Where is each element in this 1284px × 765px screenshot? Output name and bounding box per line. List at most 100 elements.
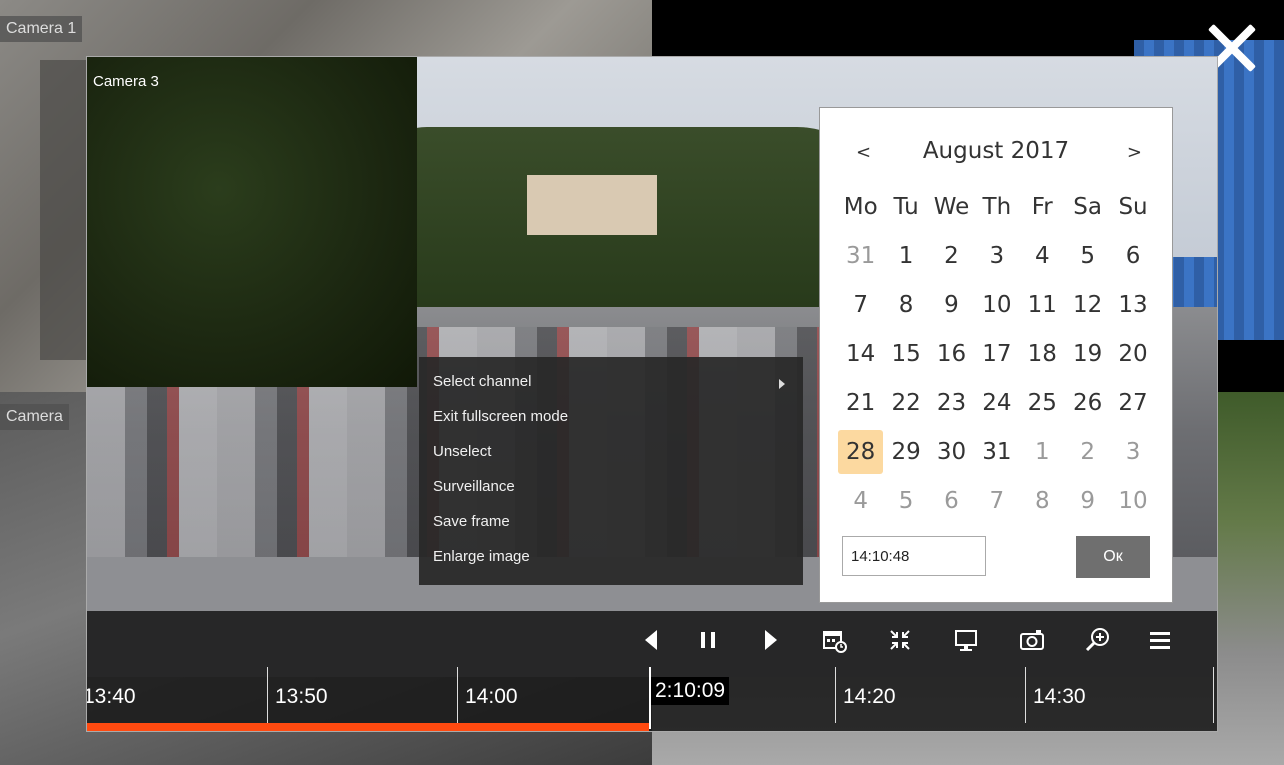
timeline-tick [457,667,458,723]
monitor-icon[interactable] [949,623,983,657]
menu-item-label: Save frame [433,513,510,530]
calendar-day[interactable]: 30 [929,428,974,477]
calendar-day[interactable]: 14 [838,330,883,379]
menu-item-unselect[interactable]: Unselect [419,437,803,472]
ok-button[interactable]: Ок [1076,536,1150,578]
calendar-day[interactable]: 27 [1110,379,1155,428]
calendar-day[interactable]: 11 [1020,281,1065,330]
weekday-header-row: Mo Tu We Th Fr Sa Su [838,183,1156,232]
calendar-icon[interactable] [817,623,851,657]
playback-progress-bar [87,723,649,731]
calendar-day[interactable]: 7 [838,281,883,330]
timeline-tick [1213,667,1214,723]
calendar-week-row: 7 8 9 10 11 12 13 [838,281,1156,330]
calendar-day[interactable]: 18 [1020,330,1065,379]
menu-item-label: Select channel [433,373,532,390]
calendar-day[interactable]: 5 [883,477,928,526]
calendar-month-title: August 2017 [922,138,1070,164]
menu-item-enlarge-image[interactable]: Enlarge image [419,542,803,577]
timeline[interactable]: 13:40 13:50 14:00 14:20 14:30 2:10:09 [86,667,1217,729]
calendar-day[interactable]: 24 [974,379,1019,428]
calendar-day[interactable]: 23 [929,379,974,428]
calendar-day[interactable]: 10 [974,281,1019,330]
date-picker: < August 2017 > Mo Tu We Th Fr Sa Su 31 1 2 3 4 5 6 7 8… [819,107,1173,603]
timeline-tick-label: 13:40 [86,685,136,708]
exit-fullscreen-icon[interactable] [883,623,917,657]
time-input[interactable] [842,536,986,576]
calendar-day[interactable]: 6 [1110,232,1155,281]
pause-icon[interactable] [691,623,725,657]
weekday-label: We [933,194,970,220]
calendar-day[interactable]: 13 [1110,281,1155,330]
calendar-day[interactable]: 3 [974,232,1019,281]
calendar-day[interactable]: 9 [929,281,974,330]
calendar-day[interactable]: 3 [1110,428,1155,477]
current-time-display: 2:10:09 [651,677,730,705]
calendar-day[interactable]: 1 [883,232,928,281]
weekday-label: Tu [893,194,919,220]
calendar-day[interactable]: 9 [1065,477,1110,526]
calendar-day[interactable]: 8 [883,281,928,330]
calendar-day[interactable]: 16 [929,330,974,379]
calendar-day[interactable]: 20 [1110,330,1155,379]
calendar-day[interactable]: 2 [1065,428,1110,477]
camera-label: Camera 3 [93,73,159,90]
calendar-day[interactable]: 6 [929,477,974,526]
camera-snapshot-icon[interactable] [1015,623,1049,657]
next-frame-icon[interactable] [753,623,787,657]
calendar-day[interactable]: 29 [883,428,928,477]
calendar-week-row: 31 1 2 3 4 5 6 [838,232,1156,281]
calendar-day[interactable]: 7 [974,477,1019,526]
calendar-day[interactable]: 1 [1020,428,1065,477]
menu-item-save-frame[interactable]: Save frame [419,507,803,542]
menu-item-select-channel[interactable]: Select channel [419,367,803,402]
next-month-button[interactable]: > [1127,142,1142,163]
zoom-in-icon[interactable] [1081,623,1115,657]
calendar-week-row: 4 5 6 7 8 9 10 [838,477,1156,526]
calendar-week-row: 21 22 23 24 25 26 27 [838,379,1156,428]
calendar-day[interactable]: 8 [1020,477,1065,526]
camera-partial-label: Camera [0,404,69,430]
calendar-day[interactable]: 17 [974,330,1019,379]
menu-item-surveillance[interactable]: Surveillance [419,472,803,507]
weekday-label: Mo [843,194,878,220]
calendar-day-selected[interactable]: 28 [838,430,884,474]
calendar-day[interactable]: 25 [1020,379,1065,428]
fullscreen-camera-view[interactable]: Camera 3 Select channel Exit fullscreen … [86,56,1218,732]
timeline-tick-label: 14:30 [1033,685,1086,708]
calendar-day[interactable]: 19 [1065,330,1110,379]
weekday-label: Fr [1031,194,1053,220]
video-scene-building [527,175,657,235]
timeline-tick [835,667,836,723]
calendar-day[interactable]: 4 [838,477,883,526]
calendar-week-row: 28 29 30 31 1 2 3 [838,428,1156,477]
calendar-day[interactable]: 31 [974,428,1019,477]
menu-icon[interactable] [1143,623,1177,657]
calendar-day[interactable]: 12 [1065,281,1110,330]
calendar-day[interactable]: 4 [1020,232,1065,281]
context-menu: Select channel Exit fullscreen mode Unse… [419,357,803,585]
timeline-tick [267,667,268,723]
weekday-label: Sa [1073,194,1102,220]
camera-1-label: Camera 1 [0,16,83,42]
playback-controls: 13:40 13:50 14:00 14:20 14:30 2:10:09 [86,611,1217,731]
prev-frame-icon[interactable] [635,623,669,657]
menu-item-label: Surveillance [433,478,515,495]
timeline-tick [1025,667,1026,723]
menu-item-exit-fullscreen[interactable]: Exit fullscreen mode [419,402,803,437]
video-scene-trees-left [87,57,417,387]
calendar-day[interactable]: 2 [929,232,974,281]
calendar-day[interactable]: 21 [838,379,883,428]
timeline-tick-label: 13:50 [275,685,328,708]
calendar-week-row: 14 15 16 17 18 19 20 [838,330,1156,379]
calendar-day[interactable]: 5 [1065,232,1110,281]
calendar-grid: Mo Tu We Th Fr Sa Su 31 1 2 3 4 5 6 7 8 9 10 11 12 13 14 15 16 1… [838,183,1156,526]
calendar-day[interactable]: 22 [883,379,928,428]
chevron-right-icon [779,379,785,389]
calendar-day[interactable]: 26 [1065,379,1110,428]
calendar-day[interactable]: 15 [883,330,928,379]
calendar-day[interactable]: 31 [838,232,883,281]
calendar-header: < August 2017 > [820,136,1172,176]
calendar-day[interactable]: 10 [1110,477,1155,526]
menu-item-label: Exit fullscreen mode [433,408,569,425]
